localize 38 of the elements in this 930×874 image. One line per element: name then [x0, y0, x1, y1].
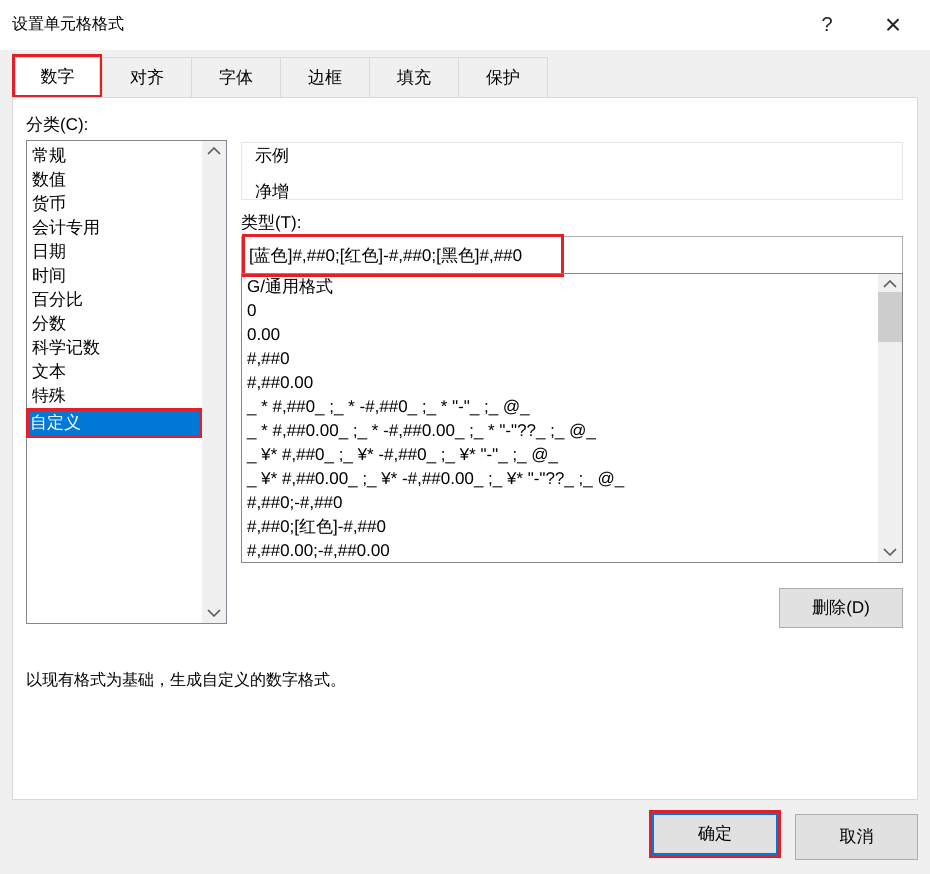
- category-label: 分类(C):: [26, 114, 90, 136]
- type-label: 类型(T):: [241, 212, 302, 234]
- sample-value: 净增: [255, 180, 290, 202]
- category-item[interactable]: 分数: [31, 312, 202, 336]
- window-title: 设置单元格格式: [12, 14, 125, 35]
- format-item[interactable]: 0.00: [247, 323, 878, 347]
- dialog-button[interactable]: 取消: [795, 814, 918, 860]
- category-item[interactable]: 特殊: [31, 384, 202, 408]
- description-text: 以现有格式为基础，生成自定义的数字格式。: [26, 670, 347, 691]
- category-list[interactable]: 常规 数值 货币 会计专用 日期 时间 百分比 分数 科学记数 文本 特殊 自定义: [26, 140, 227, 624]
- format-item[interactable]: #,##0.00: [247, 371, 878, 395]
- tab[interactable]: 保护: [458, 57, 548, 97]
- category-item[interactable]: 日期: [31, 240, 202, 264]
- category-item[interactable]: 会计专用: [31, 216, 202, 240]
- format-item[interactable]: _ * #,##0.00_ ;_ * -#,##0.00_ ;_ * "-"??_ ;_ @_: [247, 419, 878, 443]
- format-item[interactable]: #,##0;-#,##0: [247, 491, 878, 515]
- category-item[interactable]: 数值: [31, 168, 202, 192]
- category-item[interactable]: 常规: [31, 144, 202, 168]
- category-item[interactable]: 货币: [31, 192, 202, 216]
- format-item[interactable]: _ ¥* #,##0.00_ ;_ ¥* -#,##0.00_ ;_ ¥* "-"??_ ;_ @_: [247, 467, 878, 491]
- category-item[interactable]: 科学记数: [31, 336, 202, 360]
- tab[interactable]: 数字: [15, 57, 100, 95]
- close-button[interactable]: ×: [868, 3, 918, 47]
- format-item[interactable]: _ ¥* #,##0_ ;_ ¥* -#,##0_ ;_ ¥* "-"_ ;_ @_: [247, 443, 878, 467]
- dialog-button[interactable]: 确定: [652, 813, 778, 855]
- tab[interactable]: 对齐: [102, 57, 192, 97]
- format-item[interactable]: #,##0: [247, 347, 878, 371]
- category-item[interactable]: 文本: [31, 360, 202, 384]
- format-item[interactable]: #,##0;[红色]-#,##0: [247, 515, 878, 539]
- format-item[interactable]: _ * #,##0_ ;_ * -#,##0_ ;_ * "-"_ ;_ @_: [247, 395, 878, 419]
- category-item[interactable]: 自定义: [29, 411, 199, 435]
- category-item[interactable]: 时间: [31, 264, 202, 288]
- delete-button[interactable]: 删除(D): [779, 588, 903, 628]
- format-item[interactable]: G/通用格式: [247, 275, 878, 299]
- help-button[interactable]: ?: [802, 3, 852, 47]
- format-item[interactable]: 0: [247, 299, 878, 323]
- format-item[interactable]: #,##0.00;-#,##0.00: [247, 539, 878, 563]
- category-item[interactable]: 百分比: [31, 288, 202, 312]
